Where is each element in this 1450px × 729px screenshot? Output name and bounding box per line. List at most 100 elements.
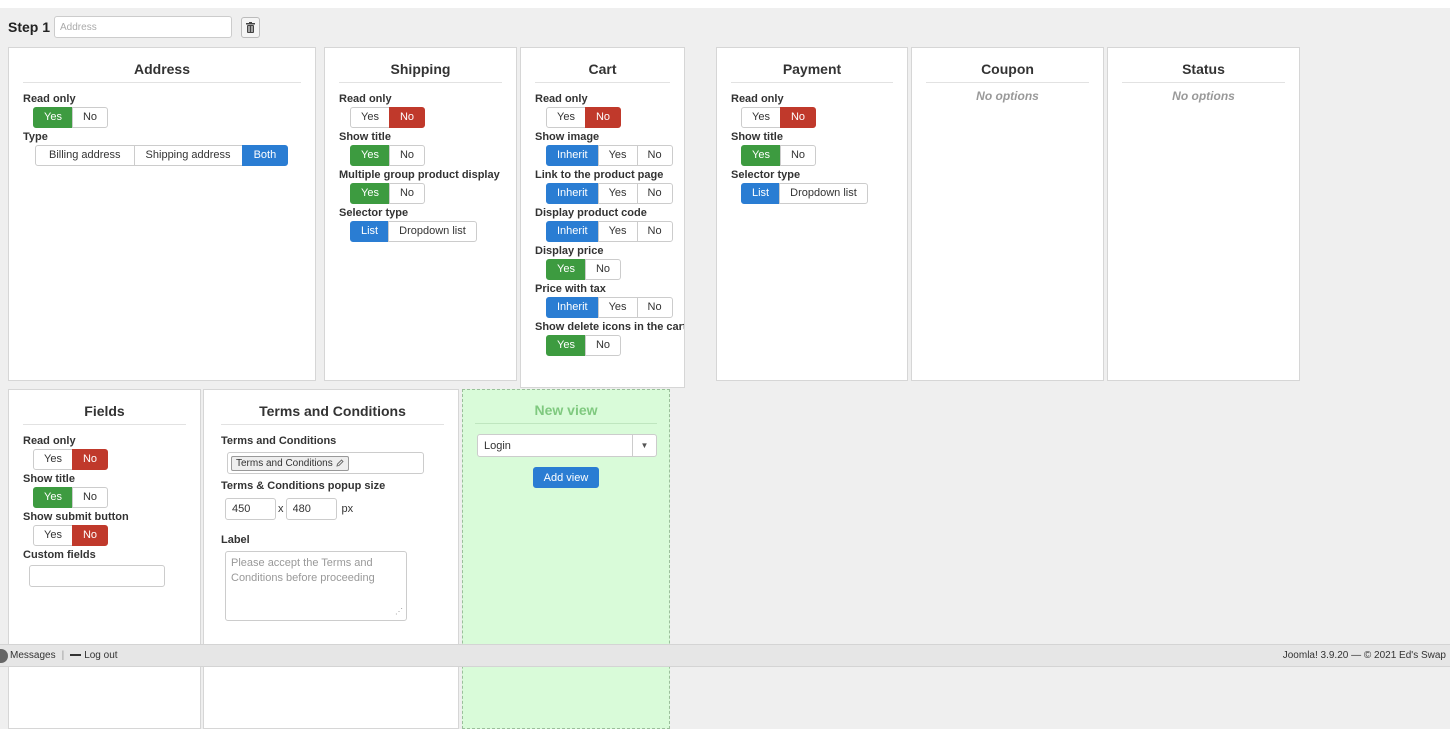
show-submit-label: Show submit button [23,511,129,523]
status-separator: | [61,650,65,661]
multiple-group-no-button[interactable]: No [388,183,426,204]
selector-list-button[interactable]: List [741,183,781,204]
messages-link[interactable]: Messages [10,650,56,661]
terms-article-field[interactable]: Terms and Conditions [227,452,424,474]
resize-grip-icon[interactable]: ⋰ [395,604,403,619]
show-title-yes-button[interactable]: Yes [33,487,73,508]
no-options-text: No options [976,89,1039,103]
panel-title: Address [23,48,301,83]
display-price-label: Display price [535,245,604,257]
selector-type-toggle: List Dropdown list [350,221,477,242]
add-view-button[interactable]: Add view [532,467,600,488]
read-only-no-button[interactable]: No [388,107,426,128]
footer-text: Joomla! 3.9.20 — © 2021 Ed's Swap [1282,650,1446,661]
display-price-no-button[interactable]: No [584,259,622,280]
selector-dropdown-button[interactable]: Dropdown list [779,183,868,204]
popup-width-input[interactable] [225,498,276,520]
show-image-inherit-button[interactable]: Inherit [546,145,599,166]
step-label: Step 1 [8,19,51,35]
type-billing-button[interactable]: Billing address [35,145,135,166]
show-image-toggle: Inherit Yes No [546,145,673,166]
read-only-toggle: Yes No [741,107,817,128]
product-code-toggle: Inherit Yes No [546,221,673,242]
messages-dot-icon [0,648,8,663]
price-tax-no-button[interactable]: No [636,297,673,318]
read-only-no-button[interactable]: No [71,107,109,128]
selector-type-toggle: List Dropdown list [741,183,868,204]
minus-icon [70,654,82,657]
show-title-yes-button[interactable]: Yes [350,145,390,166]
logout-link[interactable]: Log out [70,650,118,661]
custom-fields-label: Custom fields [23,549,96,561]
read-only-yes-button[interactable]: Yes [33,107,73,128]
delete-icons-no-button[interactable]: No [584,335,622,356]
panel-title: Cart [535,48,670,83]
show-image-yes-button[interactable]: Yes [597,145,638,166]
read-only-no-button[interactable]: No [584,107,622,128]
step-name-input[interactable] [54,16,233,38]
new-view-title: New view [475,390,657,424]
terms-chip-label: Terms and Conditions [236,457,333,469]
type-shipping-button[interactable]: Shipping address [133,145,243,166]
popup-size-label: Terms & Conditions popup size [221,480,386,492]
link-product-no-button[interactable]: No [636,183,673,204]
custom-fields-input[interactable] [29,565,165,587]
label-placeholder: Please accept the Terms and Conditions b… [231,557,375,584]
link-product-label: Link to the product page [535,169,664,181]
display-price-toggle: Yes No [546,259,622,280]
popup-height-input[interactable] [285,498,337,520]
size-unit: px [341,503,354,515]
label-textarea[interactable]: Please accept the Terms and Conditions b… [225,551,407,621]
type-both-button[interactable]: Both [241,145,289,166]
show-title-label: Show title [23,473,75,485]
price-tax-inherit-button[interactable]: Inherit [546,297,599,318]
show-title-no-button[interactable]: No [779,145,817,166]
panel-title: Payment [731,48,893,83]
show-submit-yes-button[interactable]: Yes [33,525,73,546]
show-title-yes-button[interactable]: Yes [741,145,781,166]
show-title-no-button[interactable]: No [71,487,109,508]
selector-list-button[interactable]: List [350,221,390,242]
panel-title: Shipping [339,48,502,83]
size-separator: x [278,503,284,515]
fields-panel: Fields Read only Yes No Show title Yes N… [8,389,201,729]
read-only-yes-button[interactable]: Yes [350,107,390,128]
top-strip [0,0,1450,8]
trash-icon [246,21,256,33]
price-tax-yes-button[interactable]: Yes [597,297,638,318]
product-code-yes-button[interactable]: Yes [597,221,638,242]
logout-label: Log out [84,650,118,661]
chevron-down-icon: ▼ [632,435,656,456]
view-type-select[interactable]: Login ▼ [477,434,657,457]
product-code-no-button[interactable]: No [636,221,673,242]
selector-dropdown-button[interactable]: Dropdown list [388,221,477,242]
delete-icons-yes-button[interactable]: Yes [546,335,586,356]
show-title-toggle: Yes No [350,145,426,166]
product-code-label: Display product code [535,207,647,219]
label-field-label: Label [221,534,250,546]
terms-chip[interactable]: Terms and Conditions [231,455,349,471]
multiple-group-yes-button[interactable]: Yes [350,183,390,204]
read-only-yes-button[interactable]: Yes [546,107,586,128]
show-title-no-button[interactable]: No [388,145,426,166]
read-only-yes-button[interactable]: Yes [741,107,781,128]
show-image-label: Show image [535,131,600,143]
show-title-toggle: Yes No [33,487,109,508]
coupon-panel: Coupon No options [911,47,1104,381]
popup-size-row: x px [225,498,444,520]
show-image-no-button[interactable]: No [636,145,673,166]
link-product-yes-button[interactable]: Yes [597,183,638,204]
panel-title: Terms and Conditions [221,390,444,425]
delete-step-button[interactable] [241,16,261,38]
read-only-toggle: Yes No [33,449,109,470]
multiple-group-toggle: Yes No [350,183,426,204]
read-only-yes-button[interactable]: Yes [33,449,73,470]
read-only-no-button[interactable]: No [779,107,817,128]
display-price-yes-button[interactable]: Yes [546,259,586,280]
delete-icons-toggle: Yes No [546,335,622,356]
multiple-group-label: Multiple group product display [339,169,500,181]
read-only-no-button[interactable]: No [71,449,109,470]
show-submit-no-button[interactable]: No [71,525,109,546]
product-code-inherit-button[interactable]: Inherit [546,221,599,242]
link-product-inherit-button[interactable]: Inherit [546,183,599,204]
